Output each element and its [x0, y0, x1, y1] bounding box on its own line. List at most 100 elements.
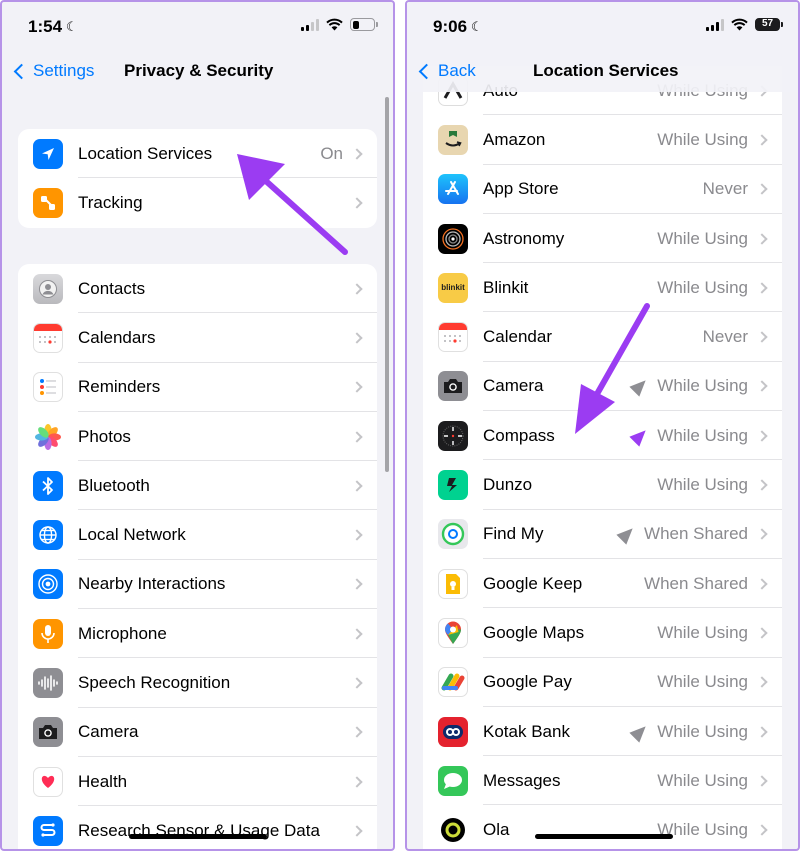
chevron-right-icon: [756, 331, 768, 343]
status-bar-overlay: 9:06 ☾ 57: [407, 2, 798, 52]
row-app-app-store[interactable]: App Store Never: [423, 165, 782, 215]
chevron-right-icon: [756, 479, 768, 491]
row-value-text: While Using: [657, 376, 748, 396]
row-value: While Using: [629, 720, 748, 743]
research-icon: [33, 815, 63, 846]
heart-icon: [33, 766, 63, 797]
row-app-find-my[interactable]: Find My When Shared: [423, 510, 782, 560]
row-label: Messages: [483, 770, 561, 790]
bluetooth-icon: [33, 470, 63, 501]
right-phone-screen: 9:06☾ 57 Back Location Services Auto Whi…: [405, 0, 800, 851]
home-indicator: [535, 834, 673, 839]
row-label: Health: [78, 771, 128, 791]
row-value: While Using: [657, 228, 748, 248]
row-app-compass[interactable]: Compass While Using: [423, 411, 782, 461]
chevron-right-icon: [351, 381, 363, 393]
row-app-dunzo[interactable]: Dunzo While Using: [423, 460, 782, 510]
ola-icon: [438, 815, 468, 846]
row-app-astronomy[interactable]: Astronomy While Using: [423, 214, 782, 264]
back-button[interactable]: Settings: [10, 61, 94, 81]
row-bluetooth[interactable]: Bluetooth: [18, 461, 377, 511]
scrollbar[interactable]: [385, 97, 389, 472]
row-label: Kotak Bank: [483, 721, 570, 741]
row-nearby-interactions[interactable]: Nearby Interactions: [18, 560, 377, 610]
row-contacts[interactable]: Contacts: [18, 264, 377, 314]
row-app-blinkit[interactable]: blinkit Blinkit While Using: [423, 263, 782, 313]
row-label: Amazon: [483, 129, 546, 149]
status-time-overlay: 9:06 ☾: [433, 17, 483, 36]
wifi-icon: [326, 18, 343, 31]
chevron-right-icon: [756, 577, 768, 590]
row-app-messages[interactable]: Messages While Using: [423, 756, 782, 806]
row-label: Astronomy: [483, 228, 565, 248]
location-tracking-group: Location Services On Tracking: [18, 129, 377, 228]
row-app-kotak-bank[interactable]: Kotak Bank While Using: [423, 707, 782, 757]
row-label: Camera: [483, 376, 544, 396]
page-title: Location Services: [533, 61, 679, 80]
chevron-right-icon: [756, 528, 768, 540]
reminders-icon: [33, 372, 63, 403]
messages-icon: [438, 765, 468, 796]
row-label: Contacts: [78, 278, 146, 298]
row-value: Never: [702, 327, 748, 347]
globe-icon: [33, 520, 63, 551]
row-research-sensor[interactable]: Research Sensor & Usage Data: [18, 806, 377, 849]
location-arrow-icon: [629, 375, 651, 398]
blinkit-logo-text: blinkit: [441, 283, 465, 293]
row-value: While Using: [657, 770, 748, 790]
wifi-icon: [731, 18, 748, 31]
row-app-ola[interactable]: Ola While Using: [423, 805, 782, 849]
chevron-right-icon: [351, 480, 363, 492]
row-label: Bluetooth: [78, 475, 150, 495]
row-label: Speech Recognition: [78, 673, 231, 693]
row-label: Camera: [78, 722, 139, 742]
row-label: Tracking: [78, 192, 143, 212]
row-app-google-pay[interactable]: Google Pay While Using: [423, 658, 782, 708]
chevron-left-icon: [418, 63, 435, 79]
chevron-right-icon: [351, 332, 363, 344]
row-app-google-keep[interactable]: Google Keep When Shared: [423, 559, 782, 609]
chevron-right-icon: [756, 725, 768, 738]
chevron-right-icon: [351, 430, 363, 443]
row-location-services[interactable]: Location Services On: [18, 129, 377, 179]
row-label: Blinkit: [483, 277, 529, 297]
row-reminders[interactable]: Reminders: [18, 363, 377, 413]
row-label: Google Keep: [483, 573, 583, 593]
row-speech-recognition[interactable]: Speech Recognition: [18, 658, 377, 708]
chevron-right-icon: [351, 628, 363, 640]
apps-location-list: Auto While Using Amazon While Using App …: [423, 66, 782, 849]
row-tracking[interactable]: Tracking: [18, 178, 377, 227]
row-app-google-maps[interactable]: Google Maps While Using: [423, 608, 782, 658]
row-label: Compass: [483, 425, 555, 445]
permissions-group: Contacts Calendars Reminders Photos Blue…: [18, 264, 377, 849]
location-arrow-icon: [33, 138, 63, 169]
chevron-right-icon: [351, 825, 363, 837]
row-app-calendar[interactable]: Calendar Never: [423, 312, 782, 363]
chevron-right-icon: [756, 627, 768, 639]
row-app-camera[interactable]: Camera While Using: [423, 362, 782, 412]
row-local-network[interactable]: Local Network: [18, 510, 377, 561]
row-value: While Using: [657, 475, 748, 495]
kotak-bank-icon: [438, 716, 468, 747]
chevron-right-icon: [351, 529, 363, 541]
back-button[interactable]: Back: [415, 61, 476, 81]
chevron-right-icon: [756, 676, 768, 688]
chevron-right-icon: [756, 183, 768, 195]
row-label: Microphone: [78, 623, 167, 643]
row-label: Find My: [483, 524, 544, 544]
page-title: Privacy & Security: [124, 61, 274, 80]
dunzo-icon: [438, 470, 468, 501]
row-app-amazon[interactable]: Amazon While Using: [423, 115, 782, 165]
home-indicator: [129, 834, 267, 839]
row-camera[interactable]: Camera: [18, 708, 377, 758]
navigation-bar: Settings Privacy & Security: [2, 52, 393, 92]
row-value: On: [320, 143, 343, 163]
google-pay-icon: [438, 667, 468, 698]
row-calendars[interactable]: Calendars: [18, 313, 377, 363]
row-microphone[interactable]: Microphone: [18, 609, 377, 659]
row-health[interactable]: Health: [18, 757, 377, 807]
calendar-icon: [438, 322, 468, 353]
row-photos[interactable]: Photos: [18, 412, 377, 462]
row-label: Local Network: [78, 525, 186, 545]
location-arrow-icon: [629, 425, 651, 447]
